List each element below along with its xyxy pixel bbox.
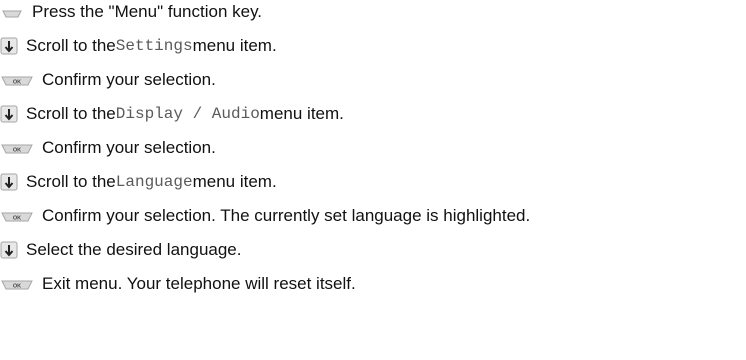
ok-key-label: OK bbox=[13, 80, 21, 86]
ok-key-label: OK bbox=[13, 148, 21, 154]
step-text: Confirm your selection. The currently se… bbox=[42, 206, 531, 225]
step-confirm: OK Confirm your selection. bbox=[0, 68, 216, 92]
step-scroll-language: Scroll to the Language menu item. bbox=[0, 170, 277, 194]
step-text: Confirm your selection. bbox=[42, 70, 216, 89]
instruction-steps: Press the "Menu" function key. Scroll to… bbox=[0, 0, 746, 360]
step-text: Confirm your selection. bbox=[42, 138, 216, 157]
ok-key-label: OK bbox=[13, 216, 21, 222]
menu-key-icon bbox=[0, 5, 24, 19]
step-text-suffix: menu item. bbox=[192, 36, 277, 55]
step-text-suffix: menu item. bbox=[259, 104, 344, 123]
ok-key-icon: OK bbox=[0, 277, 34, 291]
scroll-down-icon bbox=[0, 37, 18, 55]
step-scroll-display-audio: Scroll to the Display / Audio menu item. bbox=[0, 102, 344, 126]
scroll-down-icon bbox=[0, 241, 18, 259]
step-scroll-settings: Scroll to the Settings menu item. bbox=[0, 34, 277, 58]
ok-key-label: OK bbox=[13, 284, 21, 290]
step-text-suffix: menu item. bbox=[192, 172, 277, 191]
menu-item-name: Display / Audio bbox=[115, 105, 260, 123]
step-text: Press the "Menu" function key. bbox=[32, 2, 263, 21]
scroll-down-icon bbox=[0, 173, 18, 191]
step-menu-key: Press the "Menu" function key. bbox=[0, 0, 262, 24]
menu-item-name: Language bbox=[115, 173, 193, 191]
step-exit-menu: OK Exit menu. Your telephone will reset … bbox=[0, 272, 356, 296]
step-confirm-language: OK Confirm your selection. The currently… bbox=[0, 204, 530, 228]
step-text: Exit menu. Your telephone will reset its… bbox=[42, 274, 356, 293]
ok-key-icon: OK bbox=[0, 73, 34, 87]
step-confirm: OK Confirm your selection. bbox=[0, 136, 216, 160]
menu-item-name: Settings bbox=[115, 37, 193, 55]
ok-key-icon: OK bbox=[0, 141, 34, 155]
step-text: Scroll to the bbox=[26, 104, 116, 123]
step-text: Scroll to the bbox=[26, 36, 116, 55]
step-text: Select the desired language. bbox=[26, 240, 242, 259]
scroll-down-icon bbox=[0, 105, 18, 123]
step-text: Scroll to the bbox=[26, 172, 116, 191]
step-select-language: Select the desired language. bbox=[0, 238, 242, 262]
ok-key-icon: OK bbox=[0, 209, 34, 223]
